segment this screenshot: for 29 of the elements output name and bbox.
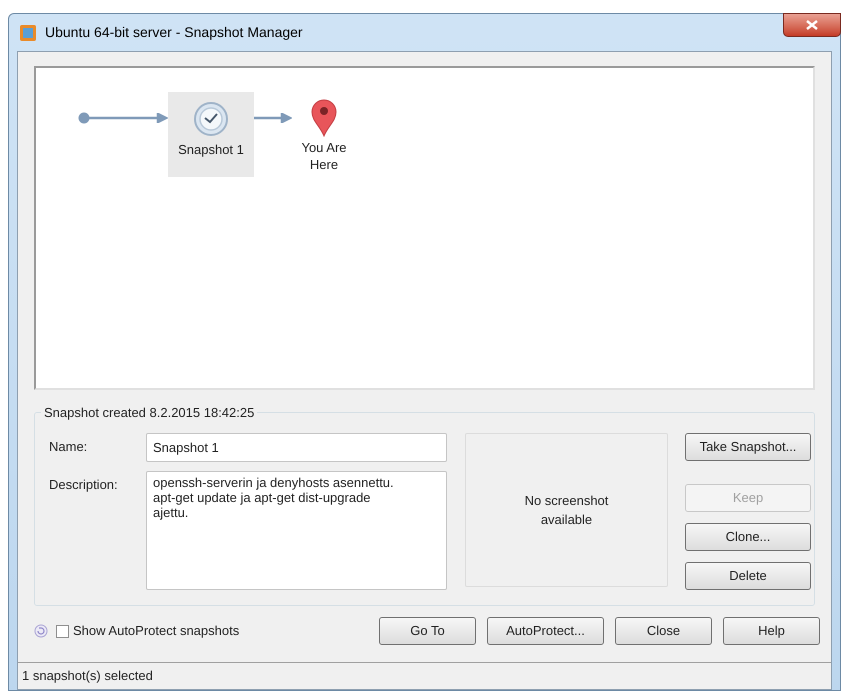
name-field[interactable]: Snapshot 1 (146, 433, 447, 462)
map-pin-icon (311, 99, 337, 137)
autoprotect-icon (34, 624, 48, 638)
checkbox-label: Show AutoProtect snapshots (73, 622, 240, 640)
dialog-button[interactable]: Delete (685, 562, 811, 590)
description-label: Description: (49, 476, 119, 494)
arrow-icon (130, 112, 168, 122)
name-label: Name: (49, 438, 88, 456)
dialog-button[interactable]: Close (615, 617, 712, 645)
clock-icon (193, 101, 229, 137)
dialog-button[interactable]: Help (723, 617, 820, 645)
close-icon (806, 20, 818, 30)
snapshot-node[interactable]: You Are Here (292, 92, 356, 177)
node-label: Snapshot 1 (178, 141, 244, 158)
dialog-button[interactable]: Take Snapshot... (685, 433, 811, 461)
dialog-button[interactable]: Go To (379, 617, 476, 645)
status-text: 1 snapshot(s) selected (22, 667, 153, 686)
close-button[interactable] (783, 13, 841, 37)
description-field[interactable]: openssh-serverin ja denyhosts asennettu. apt-get update ja apt-get dist-upgrade ajettu. (146, 471, 447, 590)
root-dot-icon (78, 112, 130, 124)
screenshot-placeholder-text: No screenshot available (524, 492, 610, 529)
dialog-button[interactable]: AutoProtect... (487, 617, 604, 645)
checkbox[interactable] (56, 624, 69, 638)
app-icon (19, 24, 37, 42)
node-label: You Are Here (300, 139, 348, 173)
dialog-button[interactable]: Clone... (685, 523, 811, 551)
arrow-icon (254, 112, 292, 122)
window-title: Ubuntu 64-bit server - Snapshot Manager (45, 23, 303, 42)
snapshot-node[interactable]: Snapshot 1 (168, 92, 254, 177)
